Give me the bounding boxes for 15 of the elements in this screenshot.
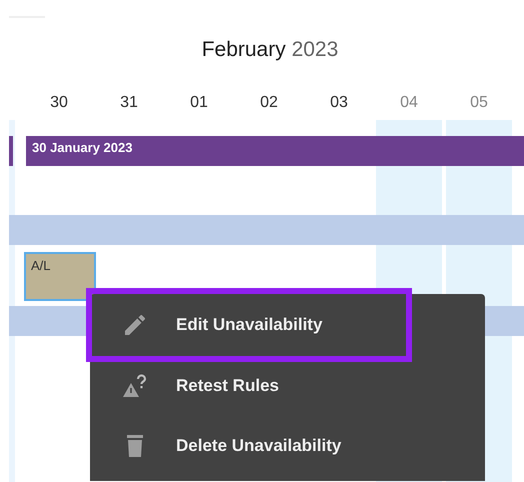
warning-question-icon: [122, 374, 148, 398]
day-label: 30: [50, 94, 68, 113]
day-label: 31: [120, 94, 138, 113]
menu-item[interactable]: Delete Unavailability: [90, 416, 485, 476]
day-label: 01: [190, 94, 208, 113]
pencil-icon: [125, 315, 145, 335]
date-banner: 30 January 2023: [26, 136, 524, 166]
unavailability-block[interactable]: A/L: [24, 252, 96, 301]
day-label: 02: [260, 94, 278, 113]
day-label: 05: [470, 94, 488, 113]
day-label: 03: [330, 94, 348, 113]
trash-icon: [126, 434, 144, 458]
menu-item[interactable]: Retest Rules: [90, 356, 485, 416]
month-title: February 2023: [200, 38, 340, 63]
day-label: 04: [400, 94, 418, 113]
